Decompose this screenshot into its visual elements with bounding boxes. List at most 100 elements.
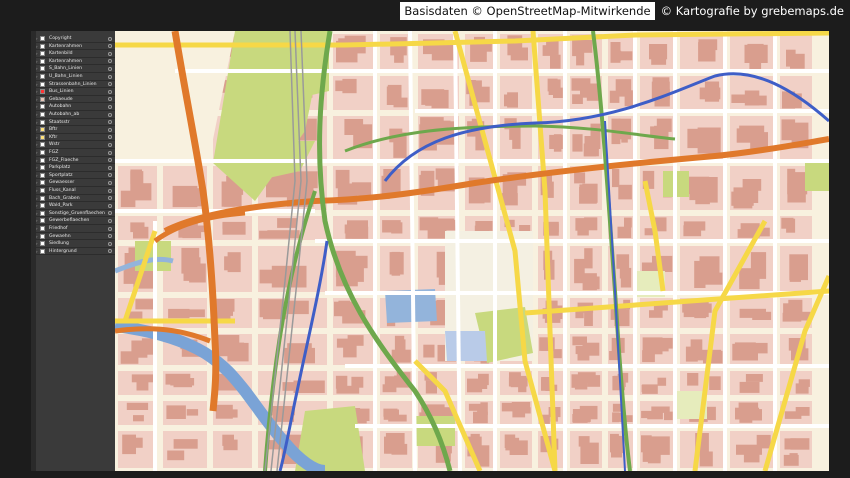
building: [352, 231, 363, 239]
layer-row[interactable]: › Siedlung: [36, 240, 115, 248]
visibility-eye-icon[interactable]: [108, 196, 112, 201]
layer-row[interactable]: › Sportplatz: [36, 172, 115, 180]
visibility-eye-icon[interactable]: [108, 89, 112, 94]
visibility-eye-icon[interactable]: [108, 203, 112, 208]
visibility-eye-icon[interactable]: [108, 218, 112, 223]
layer-row[interactable]: › Hintergrund: [36, 248, 115, 256]
visibility-eye-icon[interactable]: [108, 36, 112, 41]
expand-arrow-icon[interactable]: ›: [36, 218, 38, 223]
layer-row[interactable]: › S_Bahn_Linien: [36, 65, 115, 73]
layer-row[interactable]: › Parkplatz: [36, 164, 115, 172]
visibility-eye-icon[interactable]: [108, 59, 112, 64]
visibility-eye-icon[interactable]: [108, 249, 112, 254]
layer-row[interactable]: › Kartenrahmen: [36, 43, 115, 51]
expand-arrow-icon[interactable]: ›: [36, 241, 38, 246]
layer-row[interactable]: › Autobahn: [36, 103, 115, 111]
expand-arrow-icon[interactable]: ›: [36, 89, 38, 94]
layer-row[interactable]: › Kftr: [36, 134, 115, 142]
visibility-eye-icon[interactable]: [108, 226, 112, 231]
expand-arrow-icon[interactable]: ›: [36, 173, 38, 178]
layer-row[interactable]: › Fluss_Kanal: [36, 187, 115, 195]
visibility-eye-icon[interactable]: [108, 158, 112, 163]
visibility-eye-icon[interactable]: [108, 112, 112, 117]
expand-arrow-icon[interactable]: ›: [36, 112, 38, 117]
building: [382, 384, 397, 393]
building: [612, 169, 620, 188]
layer-row[interactable]: › Autobahn_ab: [36, 111, 115, 119]
expand-arrow-icon[interactable]: ›: [36, 36, 38, 41]
expand-arrow-icon[interactable]: ›: [36, 203, 38, 208]
visibility-eye-icon[interactable]: [108, 188, 112, 193]
visibility-eye-icon[interactable]: [108, 211, 112, 216]
visibility-eye-icon[interactable]: [108, 74, 112, 79]
expand-arrow-icon[interactable]: ›: [36, 150, 38, 155]
expand-arrow-icon[interactable]: ›: [36, 135, 38, 140]
visibility-eye-icon[interactable]: [108, 66, 112, 71]
visibility-eye-icon[interactable]: [108, 173, 112, 178]
expand-arrow-icon[interactable]: ›: [36, 97, 38, 102]
building: [286, 300, 309, 315]
expand-arrow-icon[interactable]: ›: [36, 51, 38, 56]
expand-arrow-icon[interactable]: ›: [36, 158, 38, 163]
visibility-eye-icon[interactable]: [108, 241, 112, 246]
layer-row[interactable]: › Copyright: [36, 35, 115, 43]
expand-arrow-icon[interactable]: ›: [36, 66, 38, 71]
layer-row[interactable]: › Bach_Graben: [36, 195, 115, 203]
layer-row[interactable]: › Sonstige_Gruenflaechen: [36, 210, 115, 218]
visibility-eye-icon[interactable]: [108, 135, 112, 140]
expand-arrow-icon[interactable]: ›: [36, 142, 38, 147]
visibility-eye-icon[interactable]: [108, 150, 112, 155]
expand-arrow-icon[interactable]: ›: [36, 234, 38, 239]
visibility-eye-icon[interactable]: [108, 120, 112, 125]
layer-row[interactable]: › Gewerbeflaechen: [36, 217, 115, 225]
layer-row[interactable]: › Friedhof: [36, 225, 115, 233]
expand-arrow-icon[interactable]: ›: [36, 59, 38, 64]
visibility-eye-icon[interactable]: [108, 127, 112, 132]
city-map[interactable]: [115, 31, 829, 471]
visibility-eye-icon[interactable]: [108, 180, 112, 185]
layer-row[interactable]: › Bus_Linien: [36, 88, 115, 96]
expand-arrow-icon[interactable]: ›: [36, 211, 38, 216]
layer-row[interactable]: › U_Bahn_Linien: [36, 73, 115, 81]
building: [661, 337, 673, 349]
layer-row[interactable]: › Staatsstr: [36, 119, 115, 127]
layer-row[interactable]: › FGZ_Flaeche: [36, 157, 115, 165]
expand-arrow-icon[interactable]: ›: [36, 74, 38, 79]
layer-row[interactable]: › Gebaeude: [36, 96, 115, 104]
expand-arrow-icon[interactable]: ›: [36, 165, 38, 170]
layer-row[interactable]: › Kartenrahmen: [36, 58, 115, 66]
building: [744, 90, 760, 106]
expand-arrow-icon[interactable]: ›: [36, 44, 38, 49]
layer-row[interactable]: › Kartenbild: [36, 50, 115, 58]
expand-arrow-icon[interactable]: ›: [36, 104, 38, 109]
layer-row[interactable]: › Bftr: [36, 126, 115, 134]
visibility-eye-icon[interactable]: [108, 82, 112, 87]
layer-row[interactable]: › Strassenbahn_Linien: [36, 81, 115, 89]
visibility-eye-icon[interactable]: [108, 97, 112, 102]
layer-row[interactable]: › Gewaesser: [36, 179, 115, 187]
visibility-eye-icon[interactable]: [108, 44, 112, 49]
layer-row[interactable]: › Wald_Park: [36, 202, 115, 210]
expand-arrow-icon[interactable]: ›: [36, 226, 38, 231]
layer-row[interactable]: › Wstr: [36, 141, 115, 149]
expand-arrow-icon[interactable]: ›: [36, 82, 38, 87]
visibility-eye-icon[interactable]: [108, 51, 112, 56]
layer-row[interactable]: › FGZ: [36, 149, 115, 157]
expand-arrow-icon[interactable]: ›: [36, 180, 38, 185]
building: [687, 373, 699, 386]
layer-row[interactable]: › Gewaehn: [36, 233, 115, 241]
visibility-eye-icon[interactable]: [108, 165, 112, 170]
visibility-eye-icon[interactable]: [108, 142, 112, 147]
building: [687, 128, 711, 149]
building: [385, 433, 405, 454]
expand-arrow-icon[interactable]: ›: [36, 120, 38, 125]
building: [133, 415, 144, 422]
visibility-eye-icon[interactable]: [108, 234, 112, 239]
expand-arrow-icon[interactable]: ›: [36, 127, 38, 132]
visibility-eye-icon[interactable]: [108, 104, 112, 109]
expand-arrow-icon[interactable]: ›: [36, 188, 38, 193]
expand-arrow-icon[interactable]: ›: [36, 196, 38, 201]
expand-arrow-icon[interactable]: ›: [36, 249, 38, 254]
building: [571, 374, 585, 388]
building: [617, 226, 632, 238]
